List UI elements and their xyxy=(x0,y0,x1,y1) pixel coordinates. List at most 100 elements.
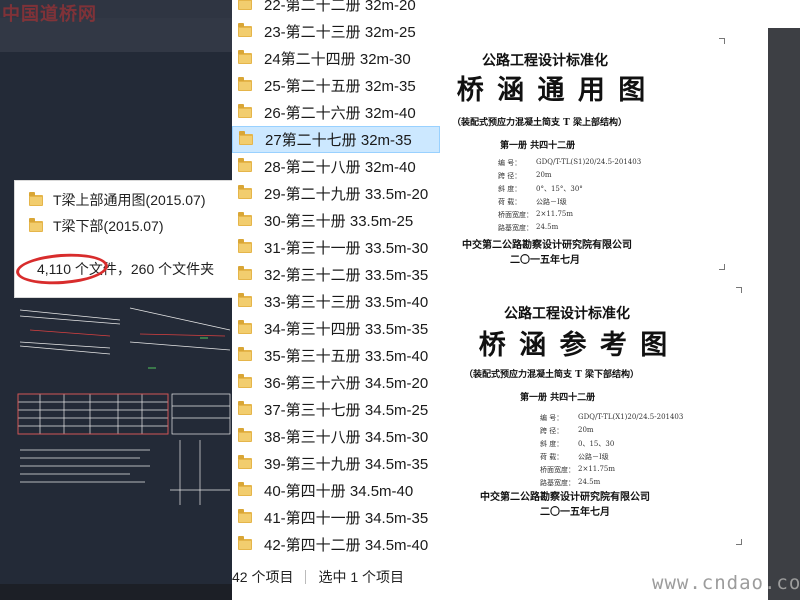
folder-icon xyxy=(238,50,252,64)
doc-main-title: 桥 涵 参 考 图 xyxy=(478,330,670,361)
item-count-text: 42 个项目 xyxy=(232,569,294,585)
doc-date: 二〇一五年七月 xyxy=(540,507,610,518)
spec-value: 20m xyxy=(578,426,594,434)
spec-key: 跨 径： xyxy=(498,172,522,180)
spec-key: 路基宽度： xyxy=(498,224,533,232)
doc-spec-table: 编 号： GDQ/T-TL(X1)20/24.5-201403 跨 径： 20m 斜… xyxy=(540,413,683,488)
folder-icon xyxy=(238,536,252,550)
list-item[interactable]: 42-第四十二册 34.5m-40 xyxy=(232,531,440,558)
folder-label: 22-第二十二册 32m-20 xyxy=(264,0,416,14)
list-item[interactable]: 22-第二十二册 32m-20 xyxy=(232,0,440,18)
folder-icon xyxy=(238,212,252,226)
document-cover-upper: 公路工程设计标准化 桥 涵 通 用 图 （装配式预应力混凝土简支 T 梁上部结构… xyxy=(444,28,768,273)
folder-label: 35-第三十五册 33.5m-40 xyxy=(264,348,429,365)
doc-main-title: 桥 涵 通 用 图 xyxy=(456,75,648,106)
spec-value: 24.5m xyxy=(578,478,601,486)
folder-label: 26-第二十六册 32m-40 xyxy=(264,105,416,122)
list-item[interactable]: 37-第三十七册 34.5m-25 xyxy=(232,396,440,423)
spec-key: 斜 度： xyxy=(540,440,564,448)
folder-icon xyxy=(29,217,43,232)
folder-label: 38-第三十八册 34.5m-30 xyxy=(264,429,429,446)
folder-label: 25-第二十五册 32m-35 xyxy=(264,78,416,95)
folder-icon xyxy=(238,104,252,118)
list-item[interactable]: T梁下部(2015.07) xyxy=(29,215,163,237)
list-item[interactable]: 27第二十七册 32m-35 xyxy=(232,126,440,153)
folder-icon xyxy=(238,482,252,496)
spec-value: 2×11.75m xyxy=(536,210,573,218)
doc-organization: 中交第二公路勘察设计研究院有限公司 xyxy=(480,492,650,503)
list-item[interactable]: 26-第二十六册 32m-40 xyxy=(232,99,440,126)
list-item[interactable]: 36-第三十六册 34.5m-20 xyxy=(232,369,440,396)
spec-key: 桥面宽度： xyxy=(540,466,575,474)
doc-spec-table: 编 号： GDQ/T-TL(S1)20/24.5-201403 跨 径： 20m 斜… xyxy=(498,158,641,233)
list-item[interactable]: 23-第二十三册 32m-25 xyxy=(232,18,440,45)
folder-label: 28-第二十八册 32m-40 xyxy=(264,159,416,176)
doc-subtitle: （装配式预应力混凝土简支 T 梁下部结构） xyxy=(464,370,639,380)
doc-series-title: 公路工程设计标准化 xyxy=(482,53,608,69)
cad-drawing-background xyxy=(0,0,232,600)
spec-value: GDQ/T-TL(S1)20/24.5-201403 xyxy=(536,158,642,166)
spec-key: 荷 载： xyxy=(540,453,564,461)
spec-value: 24.5m xyxy=(536,223,559,231)
folder-label: 23-第二十三册 32m-25 xyxy=(264,24,416,41)
folder-label: 40-第四十册 34.5m-40 xyxy=(264,483,414,500)
crop-mark xyxy=(736,539,742,545)
folder-label: 31-第三十一册 33.5m-30 xyxy=(264,240,429,257)
folder-icon xyxy=(29,191,43,206)
folder-icon xyxy=(239,131,253,145)
list-item[interactable]: 40-第四十册 34.5m-40 xyxy=(232,477,440,504)
site-watermark-top: 中国道桥网 xyxy=(2,4,97,25)
folder-label: 39-第三十九册 34.5m-35 xyxy=(264,456,429,473)
doc-volume: 第一册 共四十二册 xyxy=(520,393,596,403)
explorer-status-bar: 42 个项目 选中 1 个项目 xyxy=(232,566,404,588)
cad-drawing xyxy=(17,307,231,505)
list-item[interactable]: 35-第三十五册 33.5m-40 xyxy=(232,342,440,369)
spec-key: 编 号： xyxy=(540,414,564,422)
list-item[interactable]: 39-第三十九册 34.5m-35 xyxy=(232,450,440,477)
list-item[interactable]: 33-第三十三册 33.5m-40 xyxy=(232,288,440,315)
folder-label: 42-第四十二册 34.5m-40 xyxy=(264,537,429,554)
doc-volume: 第一册 共四十二册 xyxy=(500,141,576,151)
list-item[interactable]: 25-第二十五册 32m-35 xyxy=(232,72,440,99)
spec-key: 桥面宽度： xyxy=(498,211,533,219)
list-item[interactable]: 29-第二十九册 33.5m-20 xyxy=(232,180,440,207)
spec-value: 公路－I级 xyxy=(578,453,609,461)
spec-value: 2×11.75m xyxy=(578,465,615,473)
list-item[interactable]: 32-第三十二册 33.5m-35 xyxy=(232,261,440,288)
folder-label: 32-第三十二册 33.5m-35 xyxy=(264,267,429,284)
site-watermark-bottom: www.cndao.com xyxy=(652,572,800,594)
folder-label: 36-第三十六册 34.5m-20 xyxy=(264,375,429,392)
folder-icon xyxy=(238,455,252,469)
folder-label: 33-第三十三册 33.5m-40 xyxy=(264,294,429,311)
list-item[interactable]: 31-第三十一册 33.5m-30 xyxy=(232,234,440,261)
spec-value: 20m xyxy=(536,171,552,179)
doc-series-title: 公路工程设计标准化 xyxy=(504,306,630,322)
crop-mark xyxy=(719,264,725,270)
doc-date: 二〇一五年七月 xyxy=(510,255,580,266)
list-item[interactable]: 24第二十四册 32m-30 xyxy=(232,45,440,72)
folder-icon xyxy=(238,347,252,361)
spec-value: GDQ/T-TL(X1)20/24.5-201403 xyxy=(578,413,684,421)
list-item[interactable]: 41-第四十一册 34.5m-35 xyxy=(232,504,440,531)
folder-label: 27第二十七册 32m-35 xyxy=(265,132,412,149)
status-separator xyxy=(305,570,307,584)
list-item[interactable]: 28-第二十八册 32m-40 xyxy=(232,153,440,180)
file-list: 22-第二十二册 32m-20 23-第二十三册 32m-25 24第二十四册 32… xyxy=(232,0,444,600)
folder-label: 30-第三十册 33.5m-25 xyxy=(264,213,414,230)
document-cover-lower: 公路工程设计标准化 桥 涵 参 考 图 （装配式预应力混凝土简支 T 梁下部结构… xyxy=(444,273,762,555)
spec-value: 0、15、30 xyxy=(578,440,615,448)
folder-icon xyxy=(238,320,252,334)
list-item[interactable]: 38-第三十八册 34.5m-30 xyxy=(232,423,440,450)
crop-mark xyxy=(736,287,742,293)
folder-icon xyxy=(238,374,252,388)
list-item[interactable]: T梁上部通用图(2015.07) xyxy=(29,189,205,211)
list-item[interactable]: 34-第三十四册 33.5m-35 xyxy=(232,315,440,342)
folder-icon xyxy=(238,509,252,523)
list-item[interactable]: 30-第三十册 33.5m-25 xyxy=(232,207,440,234)
folder-icon xyxy=(238,0,252,10)
folder-icon xyxy=(238,239,252,253)
window-edge-strip xyxy=(768,28,800,600)
folder-icon xyxy=(238,77,252,91)
spec-value: 公路－I级 xyxy=(536,198,567,206)
doc-organization: 中交第二公路勘察设计研究院有限公司 xyxy=(462,240,632,251)
